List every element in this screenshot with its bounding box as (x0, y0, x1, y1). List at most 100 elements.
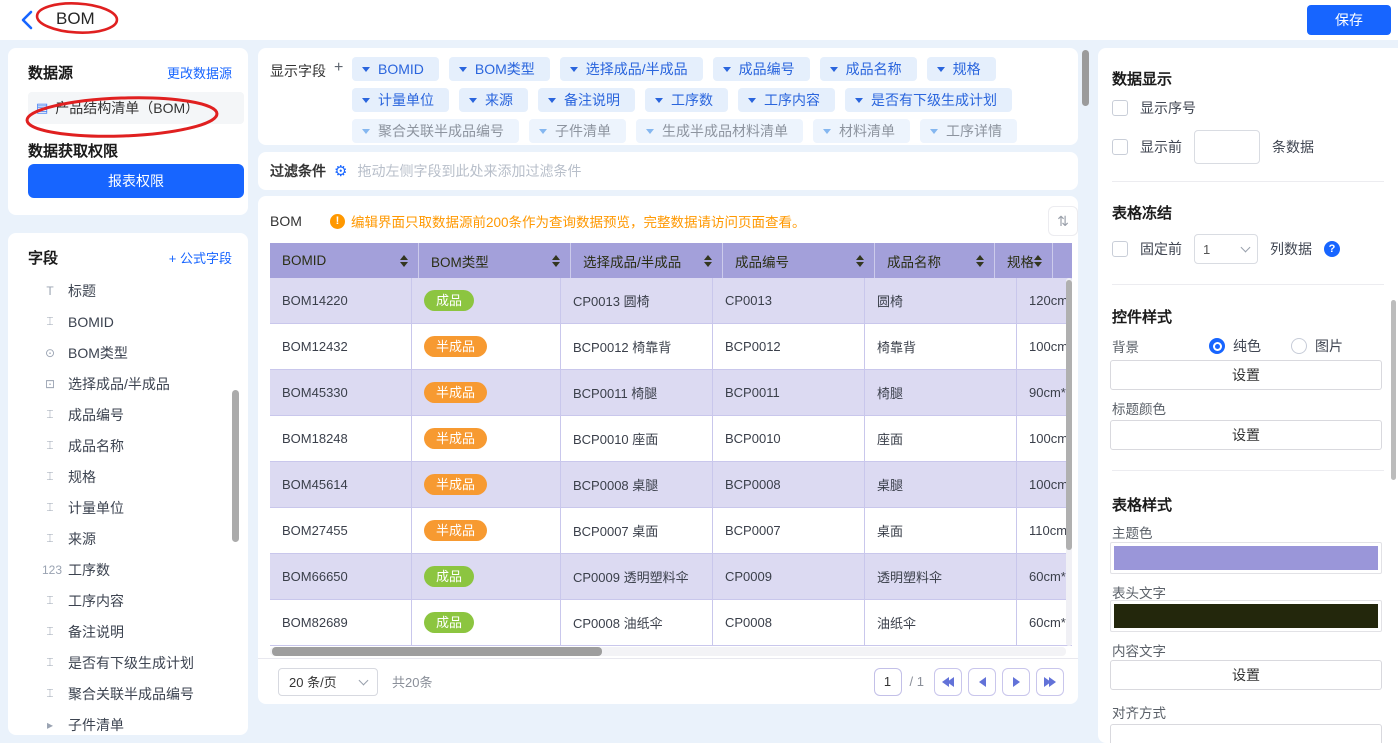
theme-color-picker[interactable] (1110, 542, 1382, 574)
display-field-chip[interactable]: 是否有下级生成计划 (845, 88, 1012, 112)
table-row[interactable]: BOM82689 成品 CP0008 油纸伞 CP0008 油纸伞 60cm*6 (270, 600, 1072, 646)
display-field-chip[interactable]: 工序数 (645, 88, 728, 112)
display-field-chip[interactable]: 规格 (927, 57, 996, 81)
middle-panel-scrollbar[interactable] (1082, 50, 1089, 106)
help-icon[interactable]: ? (1324, 241, 1340, 257)
settings-scrollbar[interactable] (1391, 300, 1396, 480)
table-row[interactable]: BOM12432 半成品 BCP0012 椅靠背 BCP0012 椅靠背 100… (270, 324, 1072, 370)
column-header-label: 规格 (1007, 251, 1034, 271)
table-horizontal-scrollbar[interactable] (270, 647, 1066, 656)
field-list-item[interactable]: ⌶ 是否有下级生成计划 (8, 647, 248, 678)
filter-label: 过滤条件 (270, 161, 326, 181)
add-field-icon[interactable]: + (334, 59, 343, 77)
field-list-item[interactable]: ⌶ 规格 (8, 461, 248, 492)
display-field-chip[interactable]: 工序内容 (738, 88, 835, 112)
show-index-label: 显示序号 (1140, 98, 1196, 118)
table-vertical-scrollbar[interactable] (1066, 278, 1072, 646)
align-control[interactable] (1110, 724, 1382, 743)
text-field-icon: ⌶ (42, 624, 58, 639)
chip-label: 工序数 (671, 90, 713, 110)
current-page-input[interactable]: 1 (874, 668, 902, 696)
cell-select-product: BCP0010 座面 (561, 416, 713, 461)
table-row[interactable]: BOM45330 半成品 BCP0011 椅腿 BCP0011 椅腿 90cm*… (270, 370, 1072, 416)
show-first-checkbox[interactable] (1112, 139, 1128, 155)
column-header[interactable]: BOM类型 (419, 243, 571, 278)
save-button[interactable]: 保存 (1307, 5, 1391, 35)
image-radio[interactable] (1291, 338, 1307, 354)
display-field-chip[interactable]: 成品编号 (713, 57, 810, 81)
datasource-item[interactable]: ▤ 产品结构清单（BOM） (28, 92, 244, 124)
show-index-checkbox[interactable] (1112, 100, 1128, 116)
cell-bomid: BOM45614 (270, 462, 412, 507)
display-field-chip[interactable]: 选择成品/半成品 (560, 57, 703, 81)
header-text-color-picker[interactable] (1110, 600, 1382, 632)
freeze-count-select[interactable]: 1 (1194, 234, 1258, 264)
field-list-item[interactable]: ⌶ 成品编号 (8, 399, 248, 430)
gear-icon[interactable]: ⚙ (334, 162, 347, 180)
cell-product-code: CP0009 (713, 554, 865, 599)
column-header-label: 选择成品/半成品 (583, 251, 681, 271)
last-page-button[interactable] (1036, 668, 1064, 696)
field-list-item[interactable]: ⌶ 计量单位 (8, 492, 248, 523)
sort-arrows-icon[interactable] (552, 255, 560, 267)
sort-order-button[interactable]: ⇅ (1048, 206, 1078, 236)
datasource-name: 产品结构清单（BOM） (55, 98, 199, 118)
display-field-chip[interactable]: BOM类型 (449, 57, 550, 81)
filter-dropzone-placeholder[interactable]: 拖动左侧字段到此处来添加过滤条件 (357, 161, 581, 181)
add-formula-field-link[interactable]: + 公式字段 (169, 248, 232, 267)
field-list-item[interactable]: ⊙ BOM类型 (8, 337, 248, 368)
fields-scrollbar[interactable] (232, 390, 239, 542)
table-row[interactable]: BOM27455 半成品 BCP0007 桌面 BCP0007 桌面 110cm… (270, 508, 1072, 554)
field-list-item[interactable]: T 标题 (8, 275, 248, 306)
back-icon[interactable] (18, 9, 38, 31)
text-field-icon: ⌶ (42, 314, 58, 329)
next-page-button[interactable] (1002, 668, 1030, 696)
field-list-item[interactable]: ⊡ 选择成品/半成品 (8, 368, 248, 399)
table-body: BOM14220 成品 CP0013 圆椅 CP0013 圆椅 120cm* B… (270, 278, 1072, 646)
change-datasource-link[interactable]: 更改数据源 (167, 63, 232, 82)
field-list-item[interactable]: 123 工序数 (8, 554, 248, 585)
freeze-columns-checkbox[interactable] (1112, 241, 1128, 257)
sort-arrows-icon[interactable] (400, 255, 408, 267)
sort-arrows-icon[interactable] (976, 255, 984, 267)
column-header[interactable]: 成品名称 (875, 243, 995, 278)
first-page-button[interactable] (934, 668, 962, 696)
show-first-count-input[interactable] (1194, 130, 1260, 164)
table-row[interactable]: BOM18248 半成品 BCP0010 座面 BCP0010 座面 100cm… (270, 416, 1072, 462)
field-list-item[interactable]: ⌶ 来源 (8, 523, 248, 554)
display-field-chip[interactable]: 备注说明 (538, 88, 635, 112)
content-text-set-button[interactable]: 设置 (1110, 660, 1382, 690)
table-row[interactable]: BOM45614 半成品 BCP0008 桌腿 BCP0008 桌腿 100cm… (270, 462, 1072, 508)
report-permission-button[interactable]: 报表权限 (28, 164, 244, 198)
fields-card: 字段 + 公式字段 T 标题 ⌶ BOMID ⊙ BOM类型 ⊡ 选择成品/半成… (8, 233, 248, 735)
field-list-item[interactable]: ⌶ BOMID (8, 306, 248, 337)
cell-product-code: BCP0011 (713, 370, 865, 415)
background-set-button[interactable]: 设置 (1110, 360, 1382, 390)
field-list-item[interactable]: ⌶ 备注说明 (8, 616, 248, 647)
field-list-item[interactable]: ⌶ 工序内容 (8, 585, 248, 616)
sort-arrows-icon[interactable] (856, 255, 864, 267)
prev-page-button[interactable] (968, 668, 996, 696)
display-field-chip[interactable]: BOMID (352, 57, 439, 81)
chip-label: 计量单位 (378, 90, 434, 110)
table-warning: ! 编辑界面只取数据源前200条作为查询数据预览，完整数据请访问页面查看。 (330, 211, 806, 231)
sort-arrows-icon[interactable] (1034, 255, 1042, 267)
field-list-item[interactable]: ⌶ 成品名称 (8, 430, 248, 461)
display-field-chip[interactable]: 成品名称 (820, 57, 917, 81)
column-header[interactable]: BOMID (270, 243, 419, 278)
cell-select-product: BCP0011 椅腿 (561, 370, 713, 415)
table-row[interactable]: BOM66650 成品 CP0009 透明塑料伞 CP0009 透明塑料伞 60… (270, 554, 1072, 600)
table-row[interactable]: BOM14220 成品 CP0013 圆椅 CP0013 圆椅 120cm* (270, 278, 1072, 324)
solid-color-radio[interactable] (1209, 338, 1225, 354)
field-list-item[interactable]: ⌶ 聚合关联半成品编号 (8, 678, 248, 709)
sort-arrows-icon[interactable] (704, 255, 712, 267)
display-field-chip[interactable]: 来源 (459, 88, 528, 112)
column-header[interactable]: 成品编号 (723, 243, 875, 278)
column-header[interactable]: 规格 (995, 243, 1053, 278)
total-pages: / 1 (910, 674, 924, 689)
display-field-chip[interactable]: 计量单位 (352, 88, 449, 112)
column-header[interactable]: 选择成品/半成品 (571, 243, 723, 278)
title-color-set-button[interactable]: 设置 (1110, 420, 1382, 450)
field-list-item[interactable]: ▸ 子件清单 (8, 709, 248, 735)
page-size-select[interactable]: 20 条/页 (278, 668, 378, 696)
